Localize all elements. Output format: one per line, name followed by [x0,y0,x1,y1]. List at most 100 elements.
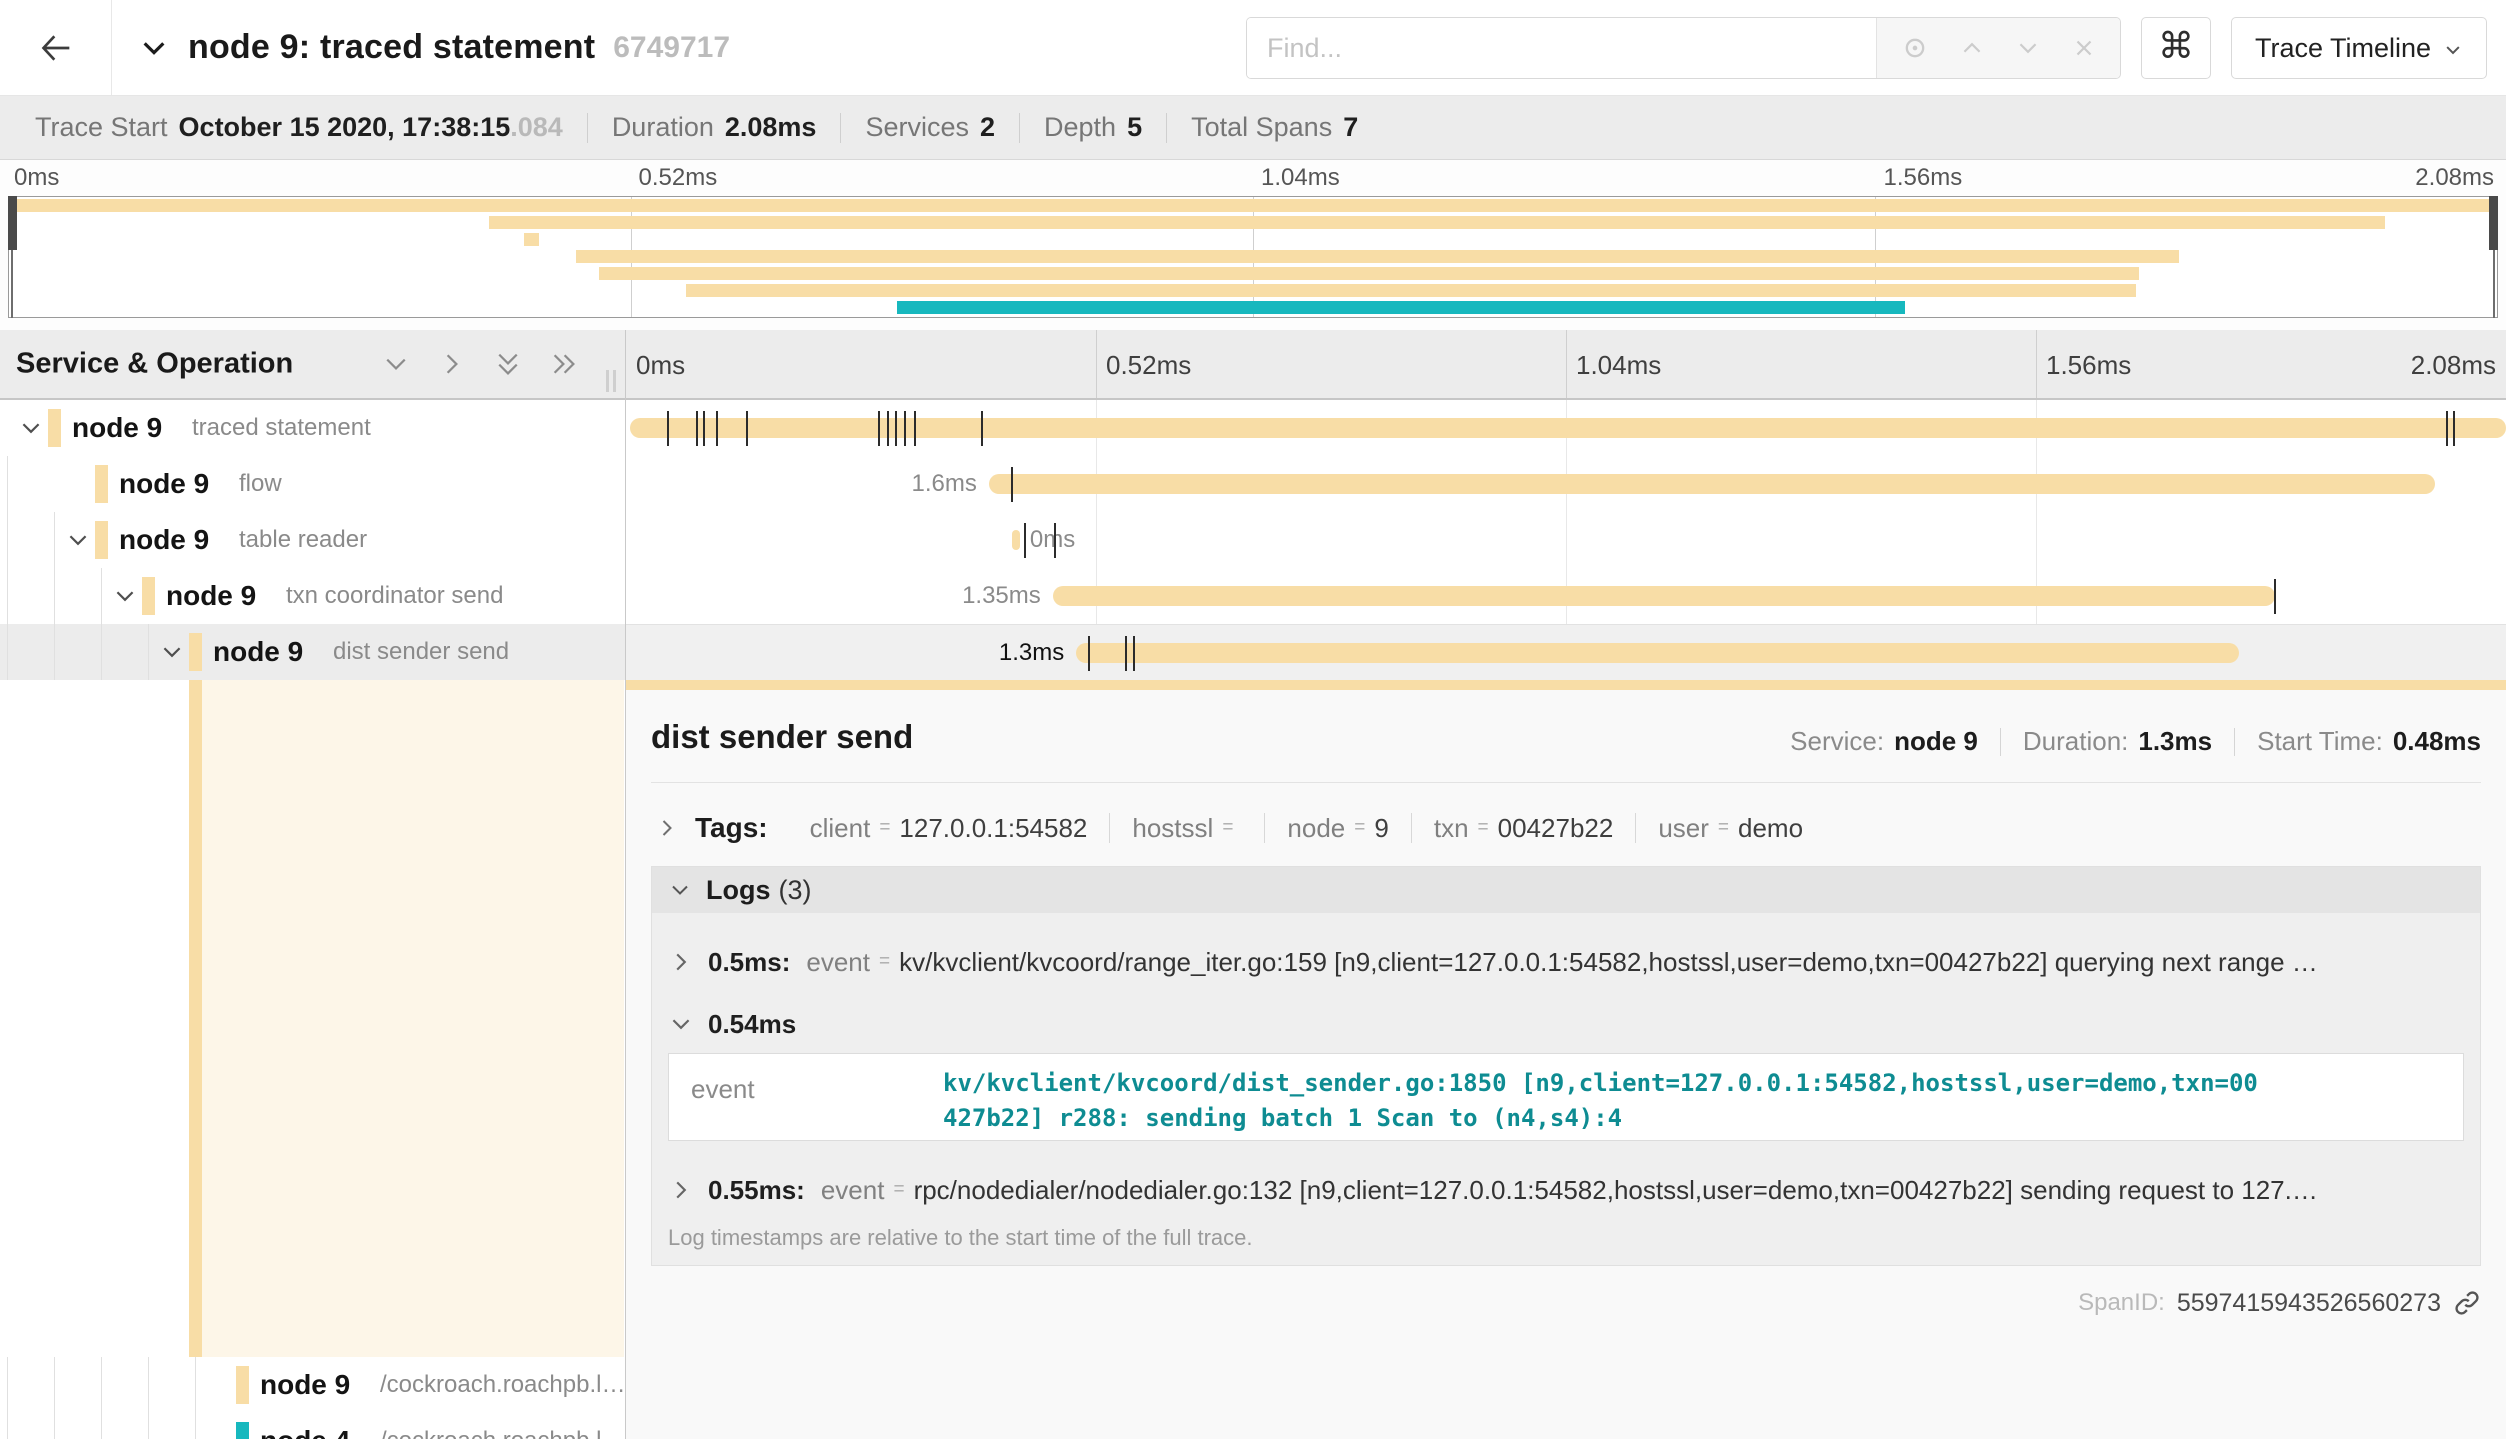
service-name: node 9 [260,1369,350,1401]
locate-icon[interactable] [1901,34,1929,62]
collapse-one-icon[interactable] [381,349,411,379]
back-button[interactable] [0,0,112,95]
axis-tick-label: 0ms [636,350,685,381]
expand-one-icon[interactable] [437,349,467,379]
tag-item: user=demo [1636,813,1825,844]
trace-id: 6749717 [613,31,730,65]
span-duration-bar[interactable] [1053,586,2275,606]
span-duration-bar[interactable] [1076,643,2239,663]
axis-tick-label: 0.52ms [1106,350,1191,381]
minimap-canvas[interactable] [8,196,2498,318]
log-marker-tick [703,411,705,446]
column-divider[interactable] [625,330,626,1439]
keyboard-shortcuts-button[interactable]: ⌘ [2141,17,2211,79]
log-entry-expanded-header[interactable]: 0.54ms [668,999,2464,1049]
chevron-right-icon [668,1177,694,1203]
log-marker-tick [904,411,906,446]
log-marker-tick [914,411,916,446]
axis-tick-label: 1.56ms [2046,350,2131,381]
chevron-down-icon [668,878,692,902]
axis-gridline [2036,330,2037,398]
service-color-bar [142,577,155,615]
span-tree-item[interactable]: node 9/cockroach.roachpb.l… [0,1357,625,1413]
timeline-axis-header: 0ms0.52ms1.04ms1.56ms2.08ms [626,330,2506,400]
logs-header[interactable]: Logs (3) [652,867,2480,913]
log-marker-tick [1011,467,1013,502]
chevron-down-icon[interactable] [65,527,91,553]
span-detail-tint [202,680,624,1357]
trace-minimap: 0ms0.52ms1.04ms1.56ms2.08ms [0,160,2506,330]
column-resize-handle[interactable] [605,370,617,392]
chevron-down-icon[interactable] [2015,35,2041,61]
divider [1019,113,1020,143]
chevron-down-icon[interactable] [138,32,170,64]
service-name: node 9 [72,412,162,444]
chevron-down-icon[interactable] [112,583,138,609]
service-name: node 9 [119,524,209,556]
span-tree-item[interactable]: node 9table reader [0,512,625,568]
log-marker-tick [2453,411,2455,446]
logs-section: Logs (3) 0.5ms:event=kv/kvclient/kvcoord… [651,866,2481,1266]
chevron-down-icon[interactable] [18,415,44,441]
find-input[interactable] [1247,18,1876,78]
minimap-left-scrubber[interactable] [8,196,17,250]
span-tree-item[interactable]: node 9dist sender send [0,624,625,680]
log-entry[interactable]: 0.5ms:event=kv/kvclient/kvcoord/range_it… [668,937,2464,987]
service-label: Service: [1790,726,1884,757]
service-color-bar [48,409,61,447]
start-time-label: Start Time: [2257,726,2383,757]
find-group [1246,17,2121,79]
duration-label: Duration [612,112,714,143]
log-field-key: event [821,1175,885,1206]
span-timeline-cell[interactable]: 1.6ms [626,456,2506,512]
span-timeline-cell[interactable]: 1.3ms [626,624,2506,680]
log-marker-tick [878,411,880,446]
operation-name: dist sender send [333,638,509,666]
services-value: 2 [980,112,995,143]
span-timeline-cell[interactable]: 0ms [626,512,2506,568]
clear-icon[interactable] [2071,35,2097,61]
minimap-span-bar [14,199,2497,212]
minimap-right-scrubber[interactable] [2489,196,2498,250]
tag-equals: = [879,817,890,839]
span-duration-bar[interactable] [630,418,2506,438]
expand-all-icon[interactable] [549,349,579,379]
view-selector-button[interactable]: Trace Timeline [2231,17,2487,79]
divider [2234,728,2235,756]
log-timestamp: 0.54ms [708,1009,796,1040]
span-tree-item[interactable]: node 9txn coordinator send [0,568,625,624]
span-row[interactable]: node 9flow1.6ms [0,456,2506,512]
span-tree-item[interactable]: node 9traced statement [0,400,625,456]
span-tree-item[interactable]: node 9flow [0,456,625,512]
logs-label: Logs [706,875,771,906]
link-icon[interactable] [2453,1289,2481,1317]
minimap-tick-label: 1.04ms [1261,164,1340,192]
span-timeline-cell[interactable]: 1.35ms [626,568,2506,624]
collapse-all-icon[interactable] [493,349,523,379]
tags-row[interactable]: Tags: client=127.0.0.1:54582hostssl=node… [651,800,2481,856]
operation-name: flow [239,470,282,498]
chevron-down-icon[interactable] [159,639,185,665]
span-row[interactable]: node 9dist sender send1.3ms [0,624,2506,680]
tag-item: hostssl= [1110,813,1264,844]
span-row[interactable]: node 9txn coordinator send1.35ms [0,568,2506,624]
operation-name: /cockroach.roachpb.l… [380,1427,625,1439]
span-duration-bar[interactable] [989,474,2435,494]
log-entry[interactable]: 0.55ms:event=rpc/nodedialer/nodedialer.g… [668,1165,2464,1215]
log-marker-tick [895,411,897,446]
tags-label: Tags: [695,812,768,844]
duration-value: 2.08ms [725,112,817,143]
span-row[interactable]: node 9traced statement [0,400,2506,456]
span-tree-item[interactable]: node 4/cockroach.roachpb.l… [0,1413,625,1439]
tag-value: 00427b22 [1498,813,1614,844]
page-title: node 9: traced statement [188,28,595,67]
service-operation-header: Service & Operation [0,330,625,400]
chevron-right-icon [668,949,694,975]
span-row[interactable]: node 9table reader0ms [0,512,2506,568]
span-id-row: SpanID: 5597415943526560273 [2078,1285,2481,1321]
span-duration-bar[interactable] [1012,530,1020,550]
span-timeline-cell[interactable] [626,400,2506,456]
service-color-bar [189,633,202,671]
collapse-controls [381,349,579,379]
chevron-up-icon[interactable] [1959,35,1985,61]
